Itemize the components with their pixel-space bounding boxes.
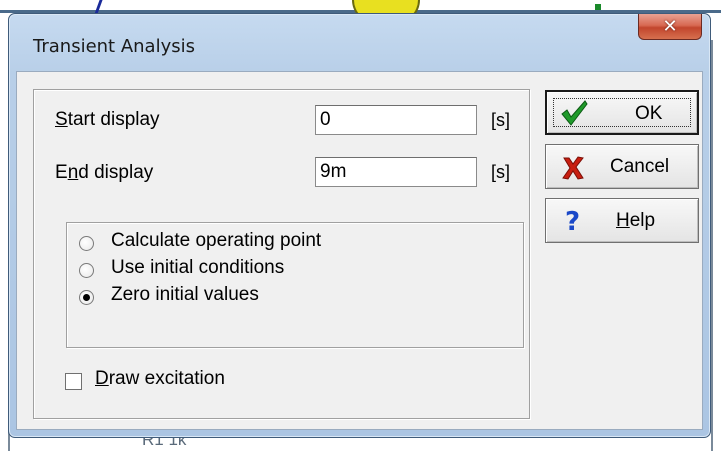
settings-panel: Start display 0 [s] End display 9m [s] C… [33,89,530,419]
ok-button-label: OK [635,103,663,124]
transient-analysis-dialog: Transient Analysis ✕ Start display 0 [s]… [8,13,711,438]
start-display-input[interactable]: 0 [315,105,477,135]
help-button-label: Help [616,210,656,231]
cancel-button-label: Cancel [610,156,670,177]
end-display-input[interactable]: 9m [315,157,477,187]
radio-label-use-initial-conditions: Use initial conditions [111,257,285,278]
checkmark-icon [561,100,588,126]
start-display-label: Start display [55,109,160,130]
dialog-client-area: Start display 0 [s] End display 9m [s] C… [16,71,703,430]
end-display-label: End display [55,162,154,183]
close-icon: ✕ [662,16,678,37]
start-display-unit: [s] [491,110,511,130]
radio-label-calculate-operating-point: Calculate operating point [111,230,322,251]
ok-button[interactable]: OK [545,90,699,135]
close-button[interactable]: ✕ [638,14,702,40]
question-mark-icon: ? [565,207,580,235]
draw-excitation-checkbox[interactable] [65,373,82,390]
radio-calculate-operating-point[interactable] [79,236,94,251]
title-bar[interactable]: Transient Analysis ✕ [9,14,710,72]
radio-label-zero-initial-values: Zero initial values [111,284,259,305]
end-display-unit: [s] [491,162,511,182]
svg-text:?: ? [565,207,580,235]
help-button[interactable]: ? Help [545,198,699,243]
draw-excitation-label: Draw excitation [95,368,225,389]
red-x-icon [562,156,584,180]
background-wire-right [711,40,713,451]
radio-zero-initial-values[interactable] [79,290,94,305]
cancel-button[interactable]: Cancel [545,144,699,189]
initial-conditions-group: Calculate operating point Use initial co… [66,222,524,348]
background-green-marker [595,4,601,10]
radio-use-initial-conditions[interactable] [79,263,94,278]
dialog-title: Transient Analysis [33,36,195,57]
